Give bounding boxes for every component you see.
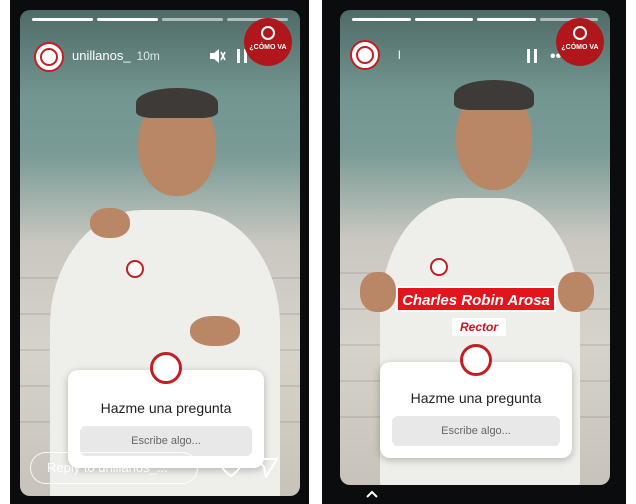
post-time: 10m xyxy=(136,49,160,63)
avatar[interactable] xyxy=(350,40,380,70)
speaker-muted-icon[interactable] xyxy=(208,48,226,64)
speaker-name-plate: Charles Robin Arosa xyxy=(396,286,556,312)
send-icon[interactable] xyxy=(256,458,278,478)
story-frame[interactable]: unillanos_10m ••• ¿CÓMO VA Hazme una pre… xyxy=(20,10,300,496)
story-progress-bar xyxy=(352,18,598,21)
chevron-up-icon[interactable] xyxy=(366,490,378,498)
username[interactable]: unillanos_ xyxy=(72,48,131,63)
shirt-logo xyxy=(430,258,448,276)
brand-badge: ¿CÓMO VA xyxy=(556,18,604,66)
question-title: Hazme una pregunta xyxy=(410,390,542,406)
question-title: Hazme una pregunta xyxy=(100,400,232,416)
brand-badge: ¿CÓMO VA xyxy=(244,18,292,66)
avatar[interactable] xyxy=(34,42,64,72)
question-sticker[interactable]: Hazme una pregunta Escribe algo... xyxy=(380,344,572,458)
story-progress-bar xyxy=(32,18,288,21)
shirt-logo xyxy=(126,260,144,278)
story-viewer-right: l ••• ¿CÓMO VA Charles Robin Arosa Recto… xyxy=(322,0,626,504)
heart-icon[interactable] xyxy=(220,458,242,478)
question-logo xyxy=(460,344,492,376)
speaker-role-plate: Rector xyxy=(452,318,506,336)
question-input[interactable]: Escribe algo... xyxy=(392,416,560,446)
reply-input[interactable]: Reply to unillanos_... xyxy=(30,452,198,484)
status-text: l xyxy=(398,48,401,62)
pause-icon[interactable] xyxy=(526,48,538,64)
story-viewer-left: unillanos_10m ••• ¿CÓMO VA Hazme una pre… xyxy=(10,0,309,504)
story-frame[interactable]: l ••• ¿CÓMO VA Charles Robin Arosa Recto… xyxy=(340,10,610,485)
question-logo xyxy=(150,352,182,384)
